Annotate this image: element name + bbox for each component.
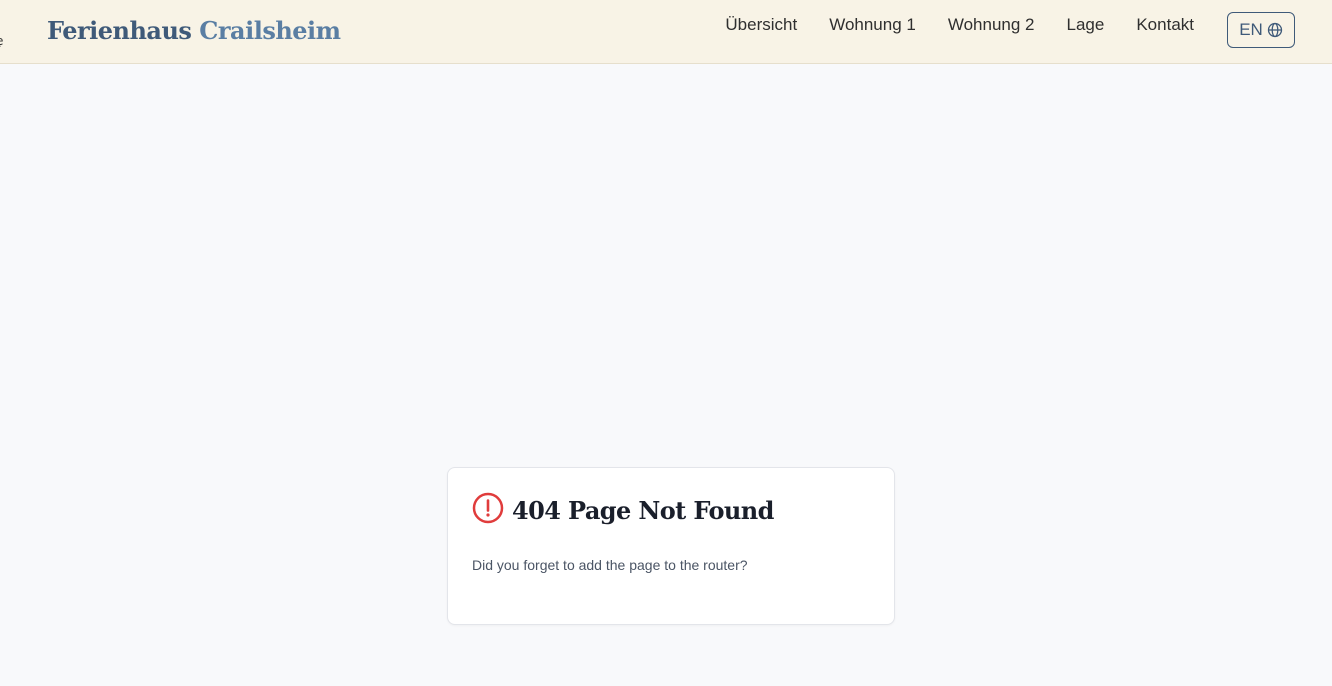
main-nav: Übersicht Wohnung 1 Wohnung 2 Lage Konta… xyxy=(693,14,1194,36)
brand-second-word: Crailsheim xyxy=(199,16,341,45)
brand-first-word: Ferienhaus xyxy=(47,16,192,45)
nav-item-wohnung-2[interactable]: Wohnung 2 xyxy=(948,15,1035,35)
error-title: 404 Page Not Found xyxy=(512,496,774,525)
nav-item-wohnung-1[interactable]: Wohnung 1 xyxy=(829,15,916,35)
error-title-row: 404 Page Not Found xyxy=(472,492,774,529)
site-header: ẹ Ferienhaus Crailsheim Übersicht Wohnun… xyxy=(0,0,1332,64)
error-card: 404 Page Not Found Did you forget to add… xyxy=(447,467,895,625)
error-message: Did you forget to add the page to the ro… xyxy=(472,557,748,573)
nav-item-kontakt[interactable]: Kontakt xyxy=(1136,15,1194,35)
alert-circle-icon xyxy=(472,492,504,529)
language-switch-button[interactable]: EN xyxy=(1227,12,1295,48)
language-label: EN xyxy=(1239,20,1263,39)
nav-item-lage[interactable]: Lage xyxy=(1067,15,1105,35)
site-logo[interactable]: Ferienhaus Crailsheim xyxy=(47,14,341,48)
globe-icon xyxy=(1267,22,1283,38)
nav-item-uebersicht[interactable]: Übersicht xyxy=(725,15,797,35)
clipped-edge-text: ẹ xyxy=(0,34,3,48)
